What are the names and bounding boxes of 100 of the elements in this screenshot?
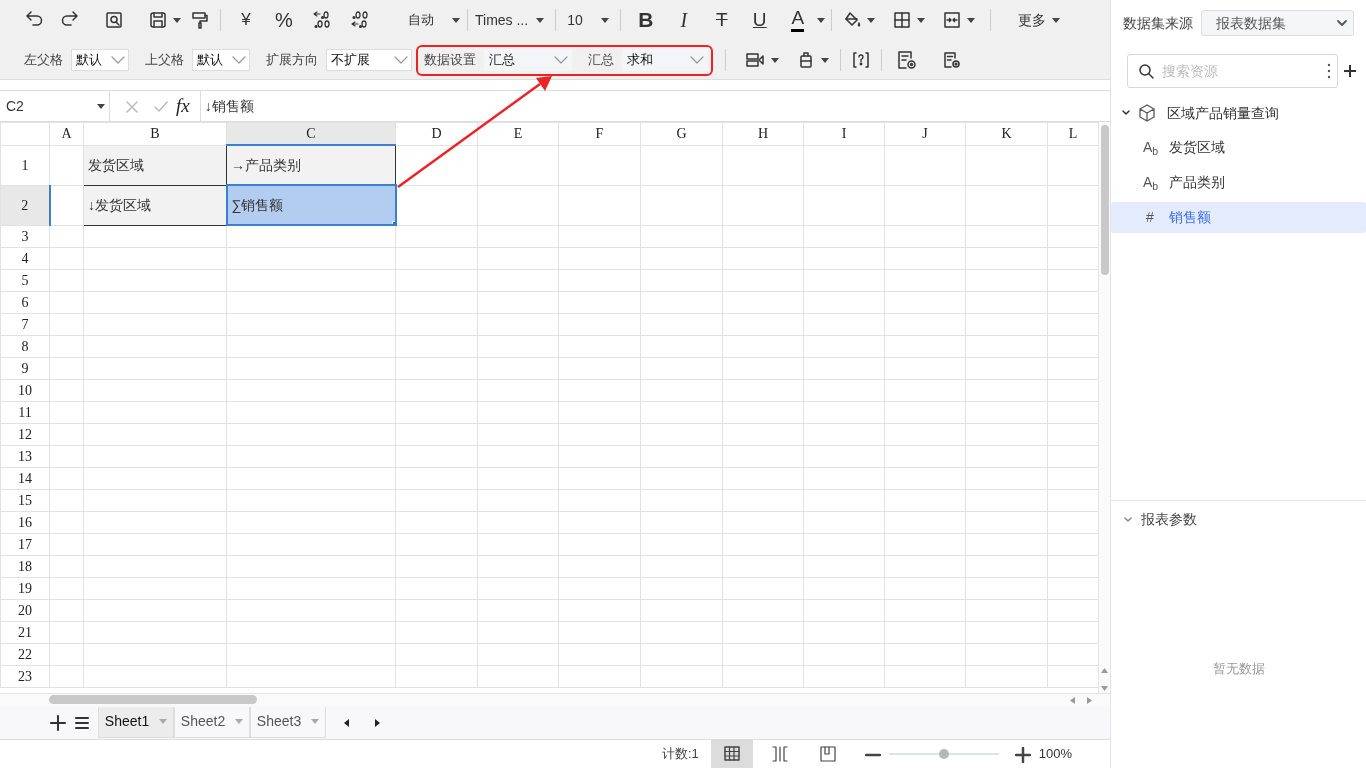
help-bracket-icon[interactable] bbox=[852, 51, 870, 69]
row-header[interactable]: 12 bbox=[0, 423, 50, 445]
save-icon[interactable] bbox=[149, 11, 167, 29]
view-mode-button[interactable] bbox=[710, 740, 753, 768]
underline-button[interactable]: U bbox=[740, 6, 779, 34]
column-header[interactable]: H bbox=[722, 122, 804, 145]
row-header[interactable]: 4 bbox=[0, 247, 50, 269]
caret-icon[interactable] bbox=[816, 17, 825, 23]
caret-icon[interactable] bbox=[966, 17, 975, 23]
fill-bucket-icon[interactable] bbox=[842, 11, 861, 29]
search-input[interactable]: 搜索资源 bbox=[1160, 59, 1321, 83]
chevron-down-icon[interactable] bbox=[1337, 20, 1347, 26]
menu-icon[interactable] bbox=[74, 714, 90, 731]
column-header[interactable]: D bbox=[395, 122, 478, 145]
table-cell[interactable]: 发货区域 bbox=[83, 145, 227, 185]
sheet-tab[interactable]: Sheet2 bbox=[174, 706, 250, 738]
section-title[interactable]: 报表参数 bbox=[1141, 509, 1197, 530]
prev-sheet-icon[interactable] bbox=[342, 717, 350, 728]
row-header[interactable]: 16 bbox=[0, 511, 50, 533]
field-item[interactable]: # 销售额 bbox=[1111, 202, 1366, 233]
row-header[interactable]: 13 bbox=[0, 445, 50, 467]
table-cell[interactable]: →产品类别 bbox=[226, 145, 396, 185]
name-box[interactable]: C2 bbox=[0, 91, 110, 121]
percent-button[interactable]: % bbox=[265, 6, 303, 34]
column-header[interactable]: G bbox=[640, 122, 723, 145]
row-header[interactable]: 11 bbox=[0, 401, 50, 423]
scroll-right-icon[interactable] bbox=[1085, 695, 1094, 705]
page-settings-icon[interactable] bbox=[943, 51, 961, 69]
source-select[interactable]: 报表数据集 bbox=[1201, 10, 1354, 36]
row-header[interactable]: 1 bbox=[0, 145, 50, 185]
row-header[interactable]: 22 bbox=[0, 643, 50, 665]
scroll-up-icon[interactable] bbox=[1100, 666, 1109, 676]
number-format-dropdown[interactable]: 自动 bbox=[403, 6, 465, 34]
caret-icon[interactable] bbox=[97, 103, 105, 109]
row-header[interactable]: 7 bbox=[0, 313, 50, 335]
formula-input[interactable]: ↓销售额 bbox=[204, 95, 254, 117]
sheet-tab[interactable]: Sheet1 bbox=[98, 706, 174, 738]
fx-label[interactable]: fx bbox=[176, 91, 190, 121]
merge-cells-icon[interactable] bbox=[942, 11, 961, 29]
decimal-decrease-icon[interactable] bbox=[350, 10, 370, 30]
caret-icon[interactable] bbox=[452, 17, 460, 23]
setting-select[interactable]: 不扩展 bbox=[326, 49, 412, 71]
currency-button[interactable]: ¥ bbox=[227, 6, 265, 34]
preview-icon[interactable] bbox=[105, 11, 123, 29]
column-header[interactable]: L bbox=[1047, 122, 1098, 145]
italic-button[interactable]: I bbox=[664, 6, 703, 34]
bold-button[interactable]: B bbox=[626, 6, 665, 34]
vertical-scrollbar-thumb[interactable] bbox=[1101, 125, 1109, 275]
setting-select[interactable]: 默认 bbox=[71, 49, 129, 71]
caret-icon[interactable] bbox=[771, 57, 779, 63]
redo-icon[interactable] bbox=[61, 11, 79, 29]
row-header[interactable]: 9 bbox=[0, 357, 50, 379]
column-header[interactable]: A bbox=[49, 122, 84, 145]
horizontal-scrollbar-thumb[interactable] bbox=[49, 695, 257, 704]
decimal-increase-icon[interactable] bbox=[312, 10, 332, 30]
more-options-icon[interactable] bbox=[1327, 63, 1331, 79]
column-header[interactable]: J bbox=[884, 122, 966, 145]
caret-icon[interactable] bbox=[916, 17, 925, 23]
zoom-slider-thumb[interactable] bbox=[938, 749, 949, 759]
strikethrough-button[interactable]: T bbox=[702, 6, 741, 34]
undo-icon[interactable] bbox=[25, 11, 43, 29]
field-item[interactable]: A$_{b}$ 产品类别 bbox=[1111, 167, 1366, 198]
search-field[interactable]: 搜索资源 bbox=[1127, 54, 1338, 88]
row-header[interactable]: 10 bbox=[0, 379, 50, 401]
zoom-in-icon[interactable] bbox=[1014, 746, 1031, 763]
setting-select[interactable]: 求和 bbox=[622, 49, 708, 71]
row-header[interactable]: 20 bbox=[0, 599, 50, 621]
caret-icon[interactable] bbox=[821, 57, 829, 63]
chevron-down-icon[interactable] bbox=[1121, 108, 1131, 118]
row-header[interactable]: 6 bbox=[0, 291, 50, 313]
format-painter-icon[interactable] bbox=[191, 11, 209, 29]
caret-icon[interactable] bbox=[866, 17, 875, 23]
column-header[interactable]: I bbox=[803, 122, 885, 145]
row-header[interactable]: 3 bbox=[0, 225, 50, 247]
caret-icon[interactable] bbox=[536, 17, 545, 23]
column-header[interactable]: E bbox=[477, 122, 559, 145]
column-header[interactable]: F bbox=[558, 122, 641, 145]
font-dropdown[interactable]: Times ... bbox=[470, 6, 550, 34]
row-header[interactable]: 15 bbox=[0, 489, 50, 511]
row-header[interactable]: 21 bbox=[0, 621, 50, 643]
next-sheet-icon[interactable] bbox=[374, 717, 382, 728]
row-header[interactable]: 14 bbox=[0, 467, 50, 489]
row-header[interactable]: 17 bbox=[0, 533, 50, 555]
column-header[interactable]: B bbox=[83, 122, 227, 145]
column-header[interactable]: K bbox=[965, 122, 1048, 145]
dataset-label[interactable]: 区域产品销量查询 bbox=[1167, 102, 1279, 124]
sheet-tab[interactable]: Sheet3 bbox=[250, 706, 326, 738]
row-header[interactable]: 8 bbox=[0, 335, 50, 357]
report-settings-icon[interactable] bbox=[897, 50, 917, 70]
table-cell[interactable]: ∑销售额 bbox=[226, 185, 396, 225]
font-size-dropdown[interactable]: 10 bbox=[562, 6, 614, 34]
border-grid-icon[interactable] bbox=[892, 11, 911, 29]
add-sheet-icon[interactable] bbox=[50, 714, 66, 731]
row-header[interactable]: 2 bbox=[0, 185, 50, 225]
setting-select[interactable]: 默认 bbox=[192, 49, 250, 71]
row-header[interactable]: 5 bbox=[0, 269, 50, 291]
table-cell[interactable]: ↓发货区域 bbox=[83, 185, 227, 225]
caret-icon[interactable] bbox=[173, 17, 181, 23]
caret-icon[interactable] bbox=[1051, 17, 1060, 23]
row-header[interactable]: 19 bbox=[0, 577, 50, 599]
